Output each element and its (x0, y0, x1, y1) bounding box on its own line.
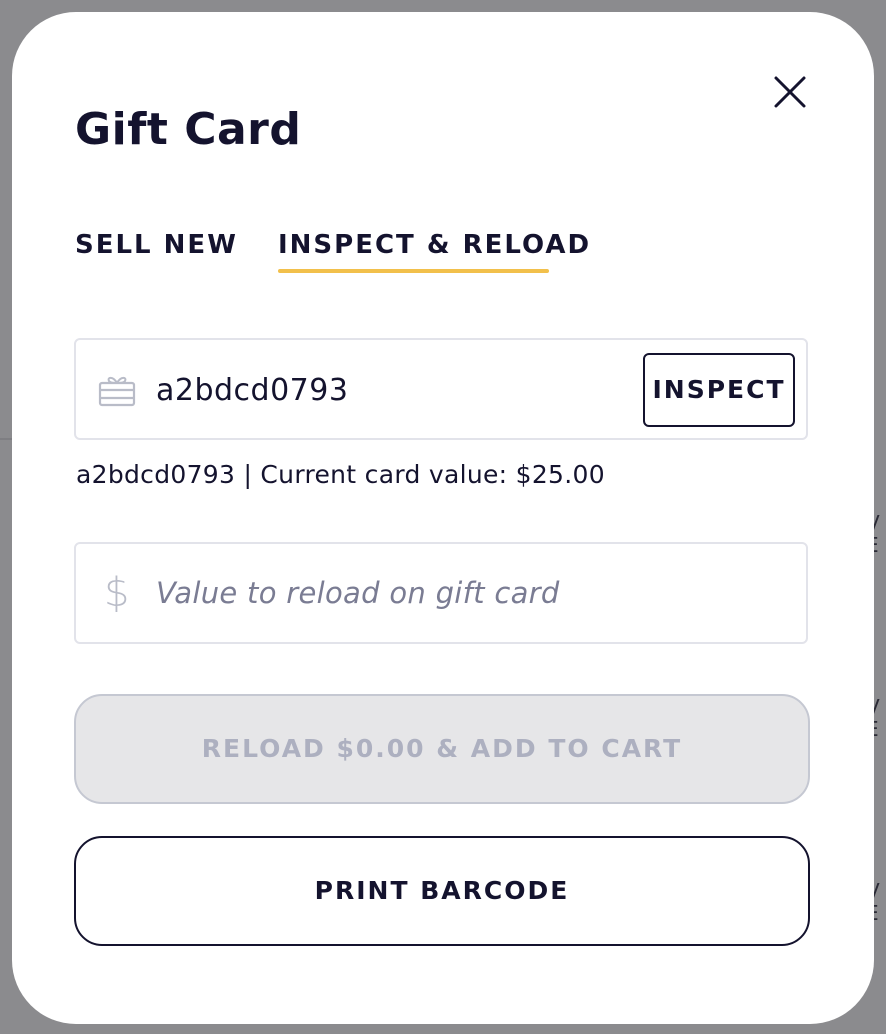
tab-sell-new[interactable]: SELL NEW (75, 228, 238, 262)
inspect-button[interactable]: INSPECT (643, 353, 795, 427)
backdrop-divider (0, 438, 12, 440)
modal-title: Gift Card (75, 104, 302, 155)
gift-card-modal: Gift Card SELL NEW INSPECT & RELOAD a2bd… (12, 12, 874, 1024)
close-icon (774, 76, 806, 108)
tab-inspect-reload[interactable]: INSPECT & RELOAD (278, 228, 591, 262)
active-tab-indicator (278, 269, 549, 273)
dollar-icon: $ (104, 570, 130, 616)
reload-value-field: $ (74, 542, 808, 644)
print-barcode-button[interactable]: PRINT BARCODE (74, 836, 810, 946)
gift-card-icon (98, 376, 136, 407)
close-button[interactable] (770, 72, 810, 112)
card-value-info: a2bdcd0793 | Current card value: $25.00 (76, 460, 605, 489)
gift-card-number-value[interactable]: a2bdcd0793 (156, 372, 348, 410)
reload-value-input[interactable] (156, 572, 776, 614)
reload-add-to-cart-button[interactable]: RELOAD $0.00 & ADD TO CART (74, 694, 810, 804)
gift-card-number-field: a2bdcd0793 INSPECT (74, 338, 808, 440)
